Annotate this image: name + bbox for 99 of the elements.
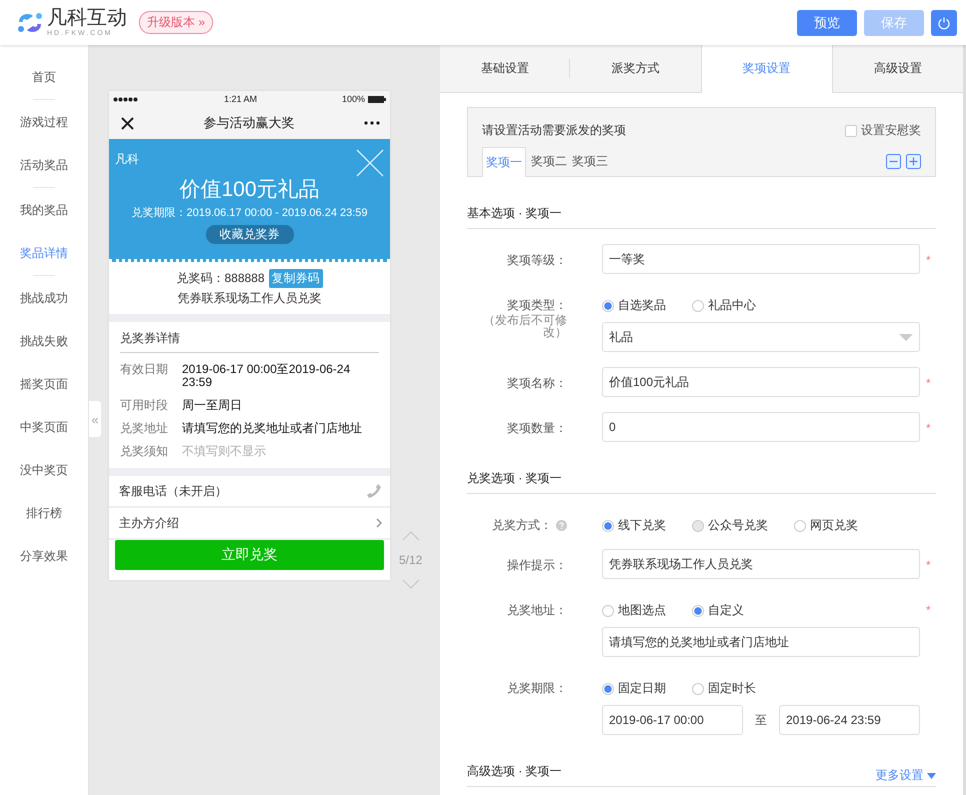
field-label: 兑奖方式： <box>492 517 552 534</box>
close-icon[interactable] <box>121 116 134 130</box>
text-field[interactable]: 0 <box>602 412 920 442</box>
minus-icon[interactable] <box>886 154 901 169</box>
help-icon[interactable] <box>556 520 567 531</box>
field-label: 奖项数量： <box>507 420 567 437</box>
coupon-title: 价值100元礼品 <box>179 177 320 203</box>
detail-value: 2019-06-17 00:00至2019-06-24 23:59 <box>182 363 352 389</box>
radio-button[interactable] <box>602 682 614 694</box>
radio-label: 地图选点 <box>618 602 666 619</box>
more-icon[interactable] <box>364 121 380 125</box>
required-mark: * <box>926 253 931 267</box>
field-label: 奖项等级： <box>507 252 567 269</box>
checkbox-label: 设置安慰奖 <box>861 122 921 139</box>
prize-prompt: 请设置活动需要派发的奖项 <box>482 122 626 139</box>
settings-tab[interactable]: 高级设置 <box>832 45 963 92</box>
sidebar-item[interactable]: 中奖页面 <box>20 417 68 437</box>
date-field[interactable]: 2019-06-17 00:00 <box>602 705 743 735</box>
radio-label: 礼品中心 <box>708 297 756 314</box>
field-label: 奖项类型： <box>507 297 567 314</box>
sidebar-item[interactable]: 分享效果 <box>20 546 68 566</box>
chevron-down-icon[interactable] <box>402 579 420 589</box>
section-heading: 基本选项 · 奖项一 <box>467 205 562 222</box>
text-field[interactable]: 请填写您的兑奖地址或者门店地址 <box>602 627 920 657</box>
select-field[interactable]: 礼品 <box>602 322 920 352</box>
field-label: 兑奖地址： <box>507 602 567 619</box>
field-label: 操作提示： <box>507 557 567 574</box>
sidebar-item[interactable]: 我的奖品 <box>20 200 68 220</box>
field-label: 兑奖期限： <box>507 680 567 697</box>
save-coupon-button[interactable]: 收藏兑奖券 <box>206 225 294 244</box>
sidebar-item[interactable]: 首页 <box>32 67 56 87</box>
detail-label: 可用时段 <box>120 399 169 412</box>
text-field[interactable]: 凭券联系现场工作人员兑奖 <box>602 549 920 579</box>
page-counter: 5/12 <box>399 553 422 567</box>
radio-button[interactable] <box>602 300 614 312</box>
required-mark: * <box>926 421 931 435</box>
detail-label: 有效日期 <box>120 363 169 378</box>
sidebar-item[interactable]: 游戏过程 <box>20 112 68 132</box>
status-time: 1:21 AM <box>222 94 258 104</box>
battery-text: 100% <box>342 94 365 104</box>
settings-tab[interactable]: 基础设置 <box>440 45 570 92</box>
phone-title: 参与活动赢大奖 <box>202 114 296 132</box>
detail-label: 兑奖地址 <box>120 422 169 435</box>
field-label: 奖项名称： <box>507 375 567 392</box>
section-heading: 高级选项 · 奖项一 <box>467 763 562 780</box>
power-button[interactable] <box>931 10 957 36</box>
coupon-brand: 凡科 <box>115 151 139 168</box>
details-title: 兑奖券详情 <box>120 330 379 353</box>
coupon-note: 凭券联系现场工作人员兑奖 <box>178 290 322 307</box>
radio-button[interactable] <box>794 520 806 532</box>
radio-button[interactable] <box>692 682 704 694</box>
sidebar-item[interactable]: 活动奖品 <box>20 155 68 175</box>
radio-label: 线下兑奖 <box>618 517 666 534</box>
field-note: （发布后不可修改） <box>482 314 567 338</box>
battery-icon <box>368 96 386 102</box>
radio-button[interactable] <box>692 300 704 312</box>
coupon-code: 兑奖码：888888 <box>176 270 265 287</box>
required-mark: * <box>926 376 931 390</box>
plus-icon[interactable] <box>906 154 921 169</box>
required-mark: * <box>926 603 931 617</box>
sidebar-item[interactable]: 没中奖页 <box>20 460 68 480</box>
radio-button[interactable] <box>602 604 614 616</box>
sidebar-item[interactable]: 排行榜 <box>26 503 62 523</box>
detail-label: 兑奖须知 <box>120 445 169 458</box>
phone-icon <box>366 483 382 499</box>
date-field[interactable]: 2019-06-24 23:59 <box>779 705 920 735</box>
detail-value: 不填写则不显示 <box>182 445 267 458</box>
coupon-period: 兑奖期限：2019.06.17 00:00 - 2019.06.24 23:59 <box>131 206 368 220</box>
range-separator: 至 <box>755 712 767 728</box>
radio-button[interactable] <box>692 604 704 616</box>
text-field[interactable]: 价值100元礼品 <box>602 367 920 397</box>
caret-down-icon <box>899 334 913 340</box>
caret-down-icon <box>927 773 936 779</box>
sidebar-item[interactable]: 摇奖页面 <box>20 374 68 394</box>
radio-label: 固定日期 <box>618 680 666 697</box>
prize-tab[interactable]: 奖项三 <box>572 147 608 176</box>
chevron-right-icon <box>376 518 382 528</box>
signal-icon <box>113 96 139 102</box>
organizer-link[interactable]: 主办方介绍 <box>119 514 179 532</box>
radio-button[interactable] <box>602 520 614 532</box>
text-field[interactable]: 一等奖 <box>602 244 920 274</box>
chevron-up-icon[interactable] <box>402 531 420 541</box>
sidebar-item[interactable]: 挑战失败 <box>20 331 68 351</box>
detail-value: 周一至周日 <box>182 399 243 412</box>
prize-tab[interactable]: 奖项二 <box>531 147 567 176</box>
radio-label: 自定义 <box>708 602 744 619</box>
required-mark: * <box>926 558 931 572</box>
detail-value: 请填写您的兑奖地址或者门店地址 <box>182 422 363 435</box>
logo-text: 凡科互动 <box>47 8 127 28</box>
hotline-label: 客服电话（未开启） <box>119 482 227 500</box>
radio-label: 公众号兑奖 <box>708 517 768 534</box>
power-icon <box>937 16 951 30</box>
section-heading: 兑奖选项 · 奖项一 <box>467 470 562 487</box>
checkbox[interactable] <box>845 124 857 136</box>
radio-label: 固定时长 <box>708 680 756 697</box>
radio-label: 网页兑奖 <box>810 517 858 534</box>
sidebar-item[interactable]: 挑战成功 <box>20 288 68 308</box>
radio-label: 自选奖品 <box>618 297 666 314</box>
settings-tab[interactable]: 派奖方式 <box>570 45 700 92</box>
